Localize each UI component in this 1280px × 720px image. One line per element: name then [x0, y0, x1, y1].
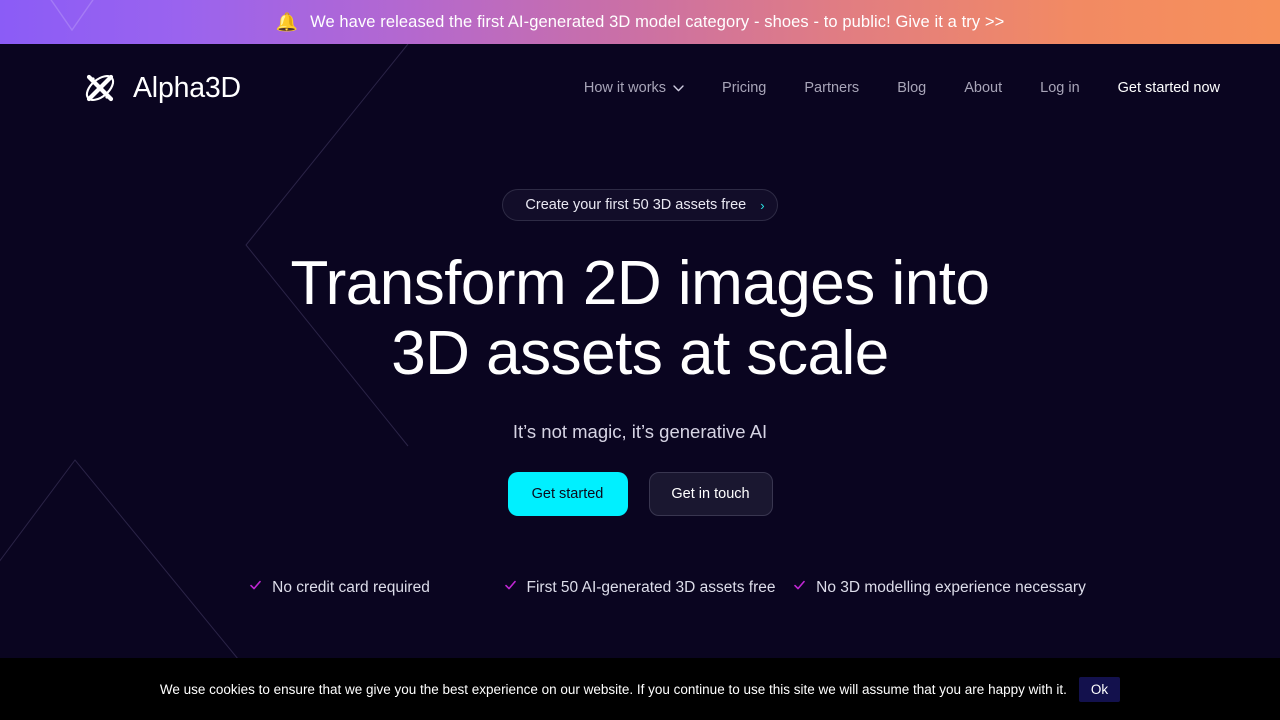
- hero-cta-row: Get started Get in touch: [0, 472, 1280, 516]
- nav-label: Blog: [897, 80, 927, 96]
- cookie-consent-bar: We use cookies to ensure that we give yo…: [0, 658, 1280, 720]
- nav-label: About: [964, 80, 1003, 96]
- get-started-button[interactable]: Get started: [507, 472, 628, 516]
- nav-label: Pricing: [722, 80, 767, 96]
- announcement-text: We have released the first AI-generated …: [310, 12, 1005, 31]
- feature-item: First 50 AI-generated 3D assets free: [490, 574, 790, 601]
- get-in-touch-button[interactable]: Get in touch: [648, 472, 773, 516]
- nav-label: Log in: [1040, 80, 1080, 96]
- headline-line-2: 3D assets at scale: [391, 319, 889, 388]
- check-icon: [794, 580, 805, 590]
- nav-item-pricing[interactable]: Pricing: [703, 74, 785, 102]
- check-icon: [250, 580, 261, 590]
- nav-item-log-in[interactable]: Log in: [1021, 74, 1099, 102]
- bell-icon: 🔔: [275, 12, 299, 32]
- cookie-notice-text: We use cookies to ensure that we give yo…: [159, 681, 1067, 697]
- banner-chevron-decoration: [50, 0, 94, 32]
- free-assets-pill-button[interactable]: Create your first 50 3D assets free ›: [502, 189, 778, 221]
- feature-label: No credit card required: [272, 579, 430, 596]
- page-title: Transform 2D images into 3D assets at sc…: [0, 253, 1280, 385]
- feature-list: No credit card required First 50 AI-gene…: [0, 574, 1280, 601]
- feature-item: No credit card required: [190, 574, 490, 601]
- nav-label: Get started now: [1117, 80, 1220, 96]
- nav-item-partners[interactable]: Partners: [785, 74, 878, 102]
- announcement-banner[interactable]: 🔔 We have released the first AI-generate…: [0, 0, 1280, 44]
- nav-item-about[interactable]: About: [945, 74, 1021, 102]
- chevron-right-icon: ›: [760, 197, 765, 213]
- hero-section: Create your first 50 3D assets free › Tr…: [0, 132, 1280, 601]
- nav-item-how-it-works[interactable]: How it works: [565, 74, 703, 102]
- atom-logo-icon: [85, 74, 115, 102]
- nav-item-get-started-now[interactable]: Get started now: [1099, 74, 1220, 102]
- nav-label: Partners: [804, 80, 860, 96]
- feature-label: No 3D modelling experience necessary: [816, 579, 1086, 596]
- check-icon: [504, 580, 516, 590]
- nav-item-blog[interactable]: Blog: [878, 74, 945, 102]
- cookie-accept-button[interactable]: Ok: [1078, 676, 1121, 702]
- logo[interactable]: Alpha3D: [80, 68, 241, 108]
- headline-line-1: Transform 2D images into: [290, 249, 990, 318]
- nav-label: How it works: [583, 80, 667, 96]
- site-header: Alpha3D How it works Pricing Partners Bl…: [0, 44, 1280, 132]
- chevron-down-icon: [673, 84, 684, 91]
- feature-label: First 50 AI-generated 3D assets free: [526, 579, 776, 596]
- pill-label: Create your first 50 3D assets free: [525, 197, 747, 213]
- logo-wordmark: Alpha3D: [133, 71, 241, 104]
- hero-subheadline: It’s not magic, it’s generative AI: [512, 421, 768, 442]
- main-navigation: How it works Pricing Partners Blog About…: [565, 74, 1220, 102]
- feature-item: No 3D modelling experience necessary: [790, 574, 1090, 601]
